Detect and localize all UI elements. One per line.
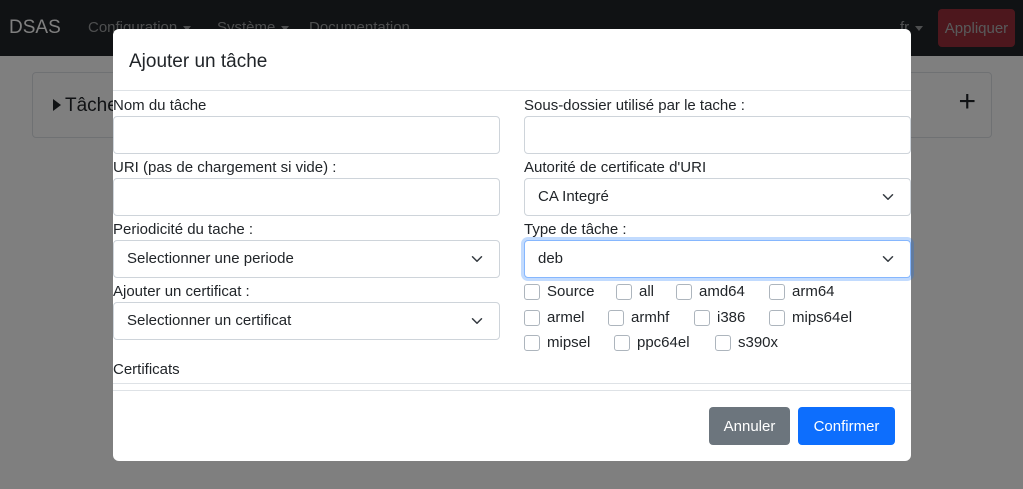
arch-label: armhf	[631, 309, 670, 326]
checkbox-box[interactable]	[524, 335, 540, 351]
checkbox-box[interactable]	[614, 335, 630, 351]
task-name-input[interactable]	[113, 116, 500, 154]
confirm-button[interactable]: Confirmer	[798, 407, 895, 445]
modal-footer	[113, 390, 911, 461]
checkbox-box[interactable]	[694, 310, 710, 326]
arch-label: s390x	[738, 334, 779, 351]
add-cert-label: Ajouter un certificat :	[113, 283, 250, 300]
uri-input[interactable]	[113, 178, 500, 216]
arch-label: amd64	[699, 283, 745, 300]
arch-label: mipsel	[547, 334, 591, 351]
cancel-button[interactable]: Annuler	[709, 407, 790, 445]
period-label: Periodicité du tache :	[113, 221, 254, 238]
subfolder-label: Sous-dossier utilisé par le tache :	[524, 97, 745, 114]
add-cert-value: Selectionner un certificat	[127, 312, 292, 329]
arch-label: arm64	[792, 283, 835, 300]
checkbox-box[interactable]	[616, 284, 632, 300]
arch-label: mips64el	[792, 309, 853, 326]
certificates-divider	[113, 383, 911, 384]
checkbox-box[interactable]	[769, 284, 785, 300]
period-select[interactable]: Selectionner une periode	[113, 240, 500, 278]
checkbox-box[interactable]	[715, 335, 731, 351]
arch-label: armel	[547, 309, 585, 326]
uri-label: URI (pas de chargement si vide) :	[113, 159, 337, 176]
add-cert-select[interactable]: Selectionner un certificat	[113, 302, 500, 340]
add-task-modal: Ajouter un tâche Nom du tâche Sous-dossi…	[113, 29, 911, 461]
uri-ca-value: CA Integré	[538, 188, 609, 205]
arch-label: i386	[717, 309, 746, 326]
subfolder-input[interactable]	[524, 116, 911, 154]
checkbox-box[interactable]	[608, 310, 624, 326]
modal-header: Ajouter un tâche	[113, 29, 911, 91]
checkbox-box[interactable]	[769, 310, 785, 326]
checkbox-box[interactable]	[524, 284, 540, 300]
period-value: Selectionner une periode	[127, 250, 294, 267]
arch-label: Source	[547, 283, 595, 300]
chevron-down-icon	[882, 194, 894, 200]
task-type-select[interactable]: deb	[524, 240, 911, 278]
task-type-value: deb	[538, 250, 564, 267]
chevron-down-icon	[882, 256, 894, 262]
arch-label: ppc64el	[637, 334, 690, 351]
uri-ca-select[interactable]: CA Integré	[524, 178, 911, 216]
certificates-heading: Certificats	[113, 361, 180, 378]
modal-title: Ajouter un tâche	[129, 51, 268, 72]
task-type-label: Type de tâche :	[524, 221, 627, 238]
uri-ca-label: Autorité de certificate d'URI	[524, 159, 707, 176]
arch-label: all	[639, 283, 655, 300]
task-name-label: Nom du tâche	[113, 97, 207, 114]
checkbox-box[interactable]	[524, 310, 540, 326]
checkbox-box[interactable]	[676, 284, 692, 300]
chevron-down-icon	[471, 318, 483, 324]
chevron-down-icon	[471, 256, 483, 262]
